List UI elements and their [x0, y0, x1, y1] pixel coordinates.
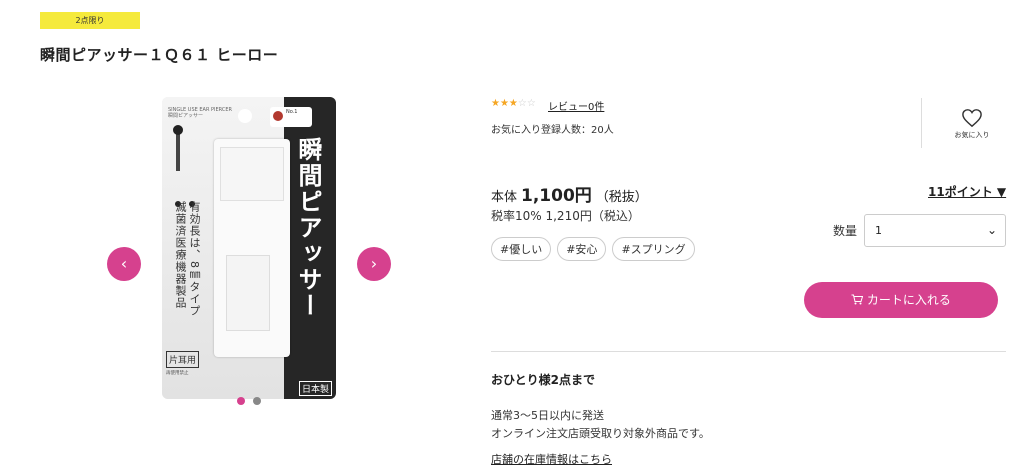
- favorite-button[interactable]: お気に入り: [946, 108, 998, 140]
- rating-stars: ★★★☆☆: [491, 98, 536, 109]
- carousel-dot-1[interactable]: [237, 397, 245, 405]
- quantity-value: 1: [875, 224, 882, 237]
- star-empty-icon: ☆☆: [517, 98, 536, 109]
- piercer-tool-illustration: [173, 125, 183, 171]
- package-en-text: SINGLE USE EAR PIERCER 瞬間ピアッサー: [168, 107, 233, 119]
- chevron-down-icon: ⌄: [986, 223, 997, 237]
- carousel-next-button[interactable]: ›: [357, 247, 391, 281]
- product-title: 瞬間ピアッサー１Ｑ６１ ヒーロー: [40, 46, 279, 64]
- price-row: 本体 1,100円 （税抜）: [491, 181, 648, 206]
- piercer-device: [214, 139, 290, 357]
- tag-item[interactable]: #優しい: [491, 237, 552, 261]
- review-link[interactable]: レビュー0件: [548, 98, 604, 113]
- carousel-prev-button[interactable]: ‹: [107, 247, 141, 281]
- add-to-cart-label: カートに入れる: [866, 293, 951, 307]
- tax-included-price: 税率10% 1,210円（税込）: [491, 209, 640, 223]
- shipping-line-1: 通常3〜5日以内に発送: [491, 409, 604, 422]
- hang-hole: [238, 109, 252, 123]
- cart-icon: [851, 294, 864, 305]
- chevron-left-icon: ‹: [120, 254, 128, 273]
- package-text-sterile: 滅菌済医療機器製品: [174, 201, 187, 309]
- package-dark-panel: 瞬間ピアッサー 日本製: [284, 97, 336, 399]
- carousel-dots: [237, 397, 261, 405]
- package-small-text: 再使用禁止: [166, 371, 189, 376]
- divider: [921, 98, 922, 148]
- add-to-cart-button[interactable]: カートに入れる: [804, 282, 998, 318]
- tag-item[interactable]: #安心: [557, 237, 607, 261]
- star-filled-icon: ★★★: [491, 98, 518, 109]
- device-window: [226, 255, 270, 331]
- product-image: SINGLE USE EAR PIERCER 瞬間ピアッサー 有効長は、8㎜タイプ…: [162, 97, 336, 399]
- carousel-dot-2[interactable]: [253, 397, 261, 405]
- purchase-limit: おひとり様2点まで: [491, 373, 595, 387]
- price-amount: 1,100円: [521, 186, 592, 206]
- quantity-label: 数量: [833, 224, 858, 238]
- tag-item[interactable]: #スプリング: [612, 237, 695, 261]
- package-side-label: 片耳用: [166, 351, 200, 368]
- chevron-right-icon: ›: [370, 254, 378, 273]
- store-stock-link[interactable]: 店舗の在庫情報はこちら: [491, 451, 612, 467]
- quantity-select[interactable]: 1 ⌄: [864, 214, 1006, 247]
- device-top: [220, 147, 284, 201]
- price-suffix: （税抜）: [595, 190, 648, 205]
- price-prefix: 本体: [491, 190, 518, 205]
- made-in-japan-label: 日本製: [298, 381, 332, 396]
- package-text-length: 有効長は、8㎜タイプ: [188, 201, 201, 317]
- shipping-line-2: オンライン注文店頭受取り対象外商品です。: [491, 427, 710, 440]
- divider: [491, 351, 1006, 352]
- package-vertical-title: 瞬間ピアッサー: [294, 137, 322, 319]
- no1-seal: No.1: [270, 107, 312, 127]
- limited-badge: 2点限り: [40, 12, 140, 29]
- heart-icon: [962, 109, 982, 128]
- points-link[interactable]: 11ポイント ▼: [928, 183, 1006, 200]
- shipping-info: 通常3〜5日以内に発送 オンライン注文店頭受取り対象外商品です。: [491, 407, 710, 443]
- favorite-count: お気に入り登録人数：20人: [491, 125, 614, 136]
- favorite-button-label: お気に入り: [954, 131, 990, 139]
- tag-list: #優しい #安心 #スプリング: [491, 237, 695, 261]
